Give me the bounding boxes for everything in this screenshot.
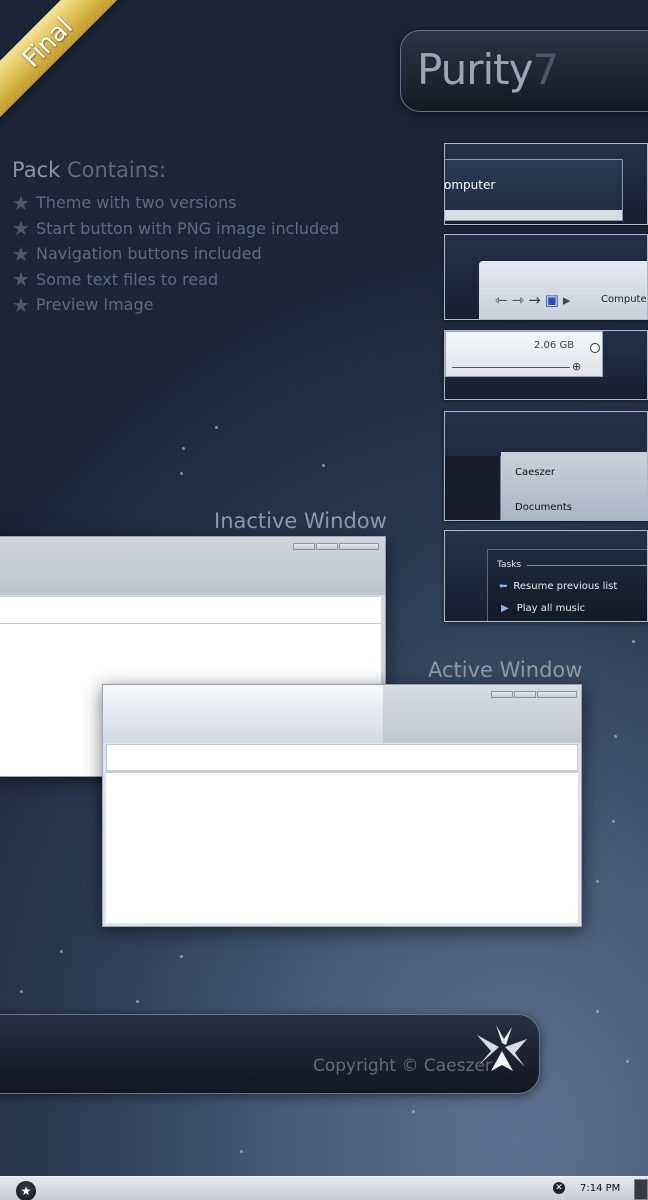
preview-navigation: ⇽ ⇾ → ▣ ▸ Computer	[444, 234, 648, 320]
title-main: Purity	[417, 45, 533, 94]
title-badge: Purity7	[400, 30, 648, 112]
up-arrow-icon: →	[528, 291, 541, 309]
tasks-divider	[527, 565, 647, 566]
task-play: ▶ Play all music	[501, 603, 586, 614]
forward-arrow-icon: ⇾	[511, 291, 525, 309]
clock[interactable]: 7:14 PM	[580, 1183, 620, 1194]
preview-toolbar	[445, 210, 622, 220]
inactive-window-controls	[293, 543, 379, 550]
active-window-toolbar	[106, 744, 578, 771]
star-icon: ★	[12, 190, 30, 215]
maximize-button[interactable]	[316, 543, 338, 550]
nav-item-caeszer: Caeszer	[515, 467, 555, 478]
minimize-button[interactable]	[491, 691, 513, 698]
preview-jumplist: Tasks ⬅ Resume previous list ▶ Play all mu…	[444, 530, 648, 622]
details-pane: 2.06 GB ⊕	[445, 331, 603, 377]
footer-badge: Copyright © Caeszer	[0, 1014, 540, 1094]
inactive-window-label: Inactive Window	[214, 509, 387, 533]
preview-nav-pane: Caeszer Documents	[444, 411, 648, 521]
taskbar: ★ ✕ 7:14 PM	[0, 1176, 648, 1200]
copyright-text: Copyright © Caeszer	[313, 1056, 492, 1076]
app-title: Purity7	[417, 45, 559, 94]
show-desktop-button[interactable]	[634, 1179, 648, 1200]
task-resume: ⬅ Resume previous list	[499, 581, 618, 592]
back-arrow-icon: ⬅	[499, 581, 508, 592]
play-icon: ▶	[501, 603, 509, 614]
pack-heading-a: Pack	[12, 158, 61, 182]
disk-size: 2.06 GB	[534, 340, 575, 351]
active-window-controls	[491, 691, 577, 698]
pack-item: ★ Some text files to read	[12, 267, 219, 292]
minimize-button[interactable]	[293, 543, 315, 550]
pack-item: ★ Navigation buttons included	[12, 241, 262, 266]
nav-buttons: ⇽ ⇾ → ▣ ▸	[495, 291, 574, 309]
chevron-right-icon: ▸	[562, 291, 571, 309]
nav-location-label: Computer	[601, 294, 648, 305]
preview-disk-info: 2.06 GB ⊕	[444, 330, 648, 400]
pack-item: ★ Start button with PNG image included	[12, 216, 340, 241]
caeszer-logo-icon	[477, 1025, 527, 1071]
maximize-button[interactable]	[514, 691, 536, 698]
preview-window: omputer	[444, 159, 623, 221]
preview-computer-window: omputer	[444, 143, 648, 225]
active-window-label: Active Window	[428, 658, 583, 682]
star-icon: ★	[12, 267, 30, 292]
active-window-body	[106, 771, 578, 923]
active-window[interactable]	[102, 684, 582, 927]
computer-icon: ▣	[544, 291, 559, 309]
star-icon: ★	[12, 216, 30, 241]
star-icon: ★	[12, 241, 30, 266]
ribbon-label: Final	[16, 11, 78, 73]
preview-window-title: omputer	[444, 178, 496, 192]
back-arrow-icon: ⇽	[495, 291, 508, 309]
title-suffix: 7	[532, 45, 559, 94]
circle-icon	[590, 343, 600, 353]
close-button[interactable]	[339, 543, 379, 550]
zoom-icon: ⊕	[572, 360, 582, 373]
close-button[interactable]	[537, 691, 577, 698]
tasks-header: Tasks	[497, 560, 522, 570]
pack-item: ★ Preview Image	[12, 292, 154, 317]
star-icon: ★	[12, 292, 30, 317]
nav-bar	[479, 261, 647, 319]
pack-item: ★ Theme with two versions	[12, 190, 237, 215]
inactive-window-toolbar	[0, 597, 381, 624]
nav-item-documents: Documents	[515, 502, 573, 513]
tray-network-icon[interactable]: ✕	[553, 1182, 565, 1194]
start-button[interactable]: ★	[16, 1181, 36, 1200]
pack-heading-b: Contains:	[66, 158, 167, 182]
pack-contents: Pack Contains: ★ Theme with two versions …	[12, 158, 339, 318]
nav-pane-side	[445, 456, 501, 520]
final-ribbon: Final	[0, 0, 129, 124]
slider-track	[452, 367, 570, 368]
pack-heading: Pack Contains:	[12, 158, 339, 182]
